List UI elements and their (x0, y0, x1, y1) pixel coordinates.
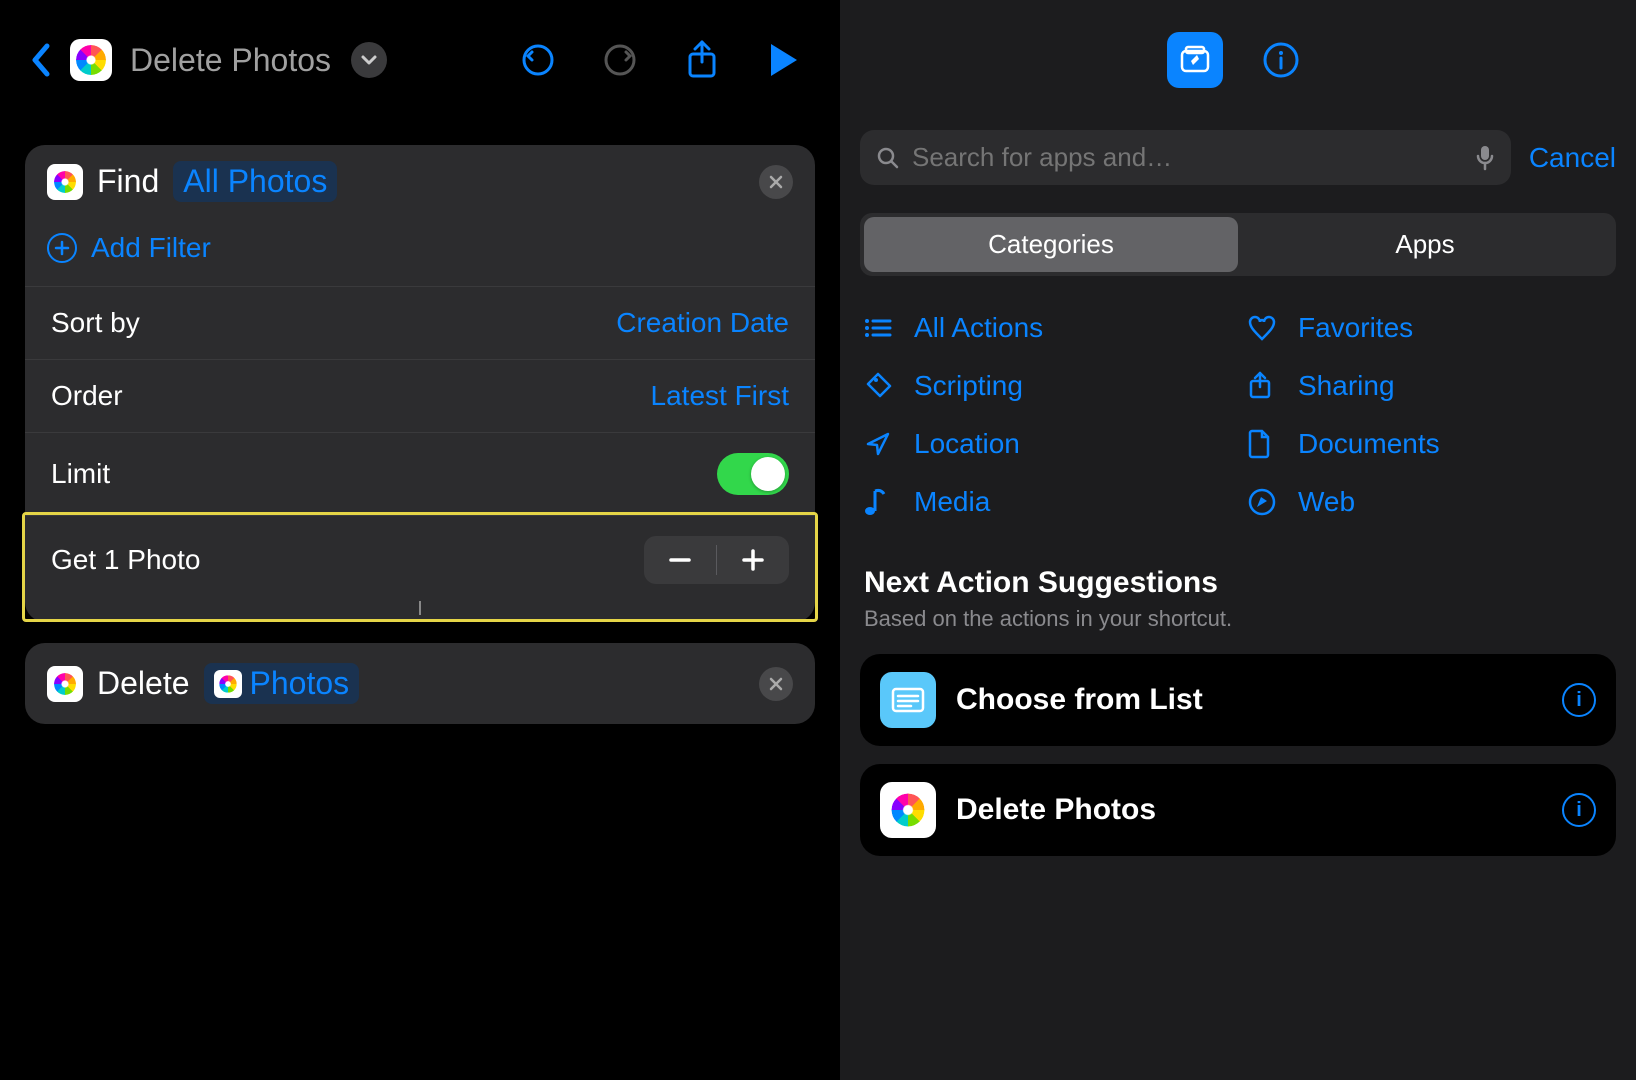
add-filter-label: Add Filter (91, 232, 211, 264)
info-icon[interactable]: i (1562, 683, 1596, 717)
cancel-button[interactable]: Cancel (1529, 142, 1616, 174)
category-location[interactable]: Location (864, 428, 1228, 460)
plus-circle-icon (47, 233, 77, 263)
action-card-delete-photos: Delete Photos (25, 643, 815, 724)
sort-by-label: Sort by (51, 307, 140, 339)
order-label: Order (51, 380, 123, 412)
editor-pane: Delete Photos Find All Photos (0, 0, 840, 1080)
action-card-find-photos: Find All Photos Add Filter Sort by Creat… (25, 145, 815, 622)
location-icon (864, 430, 896, 458)
mic-icon[interactable] (1475, 144, 1495, 172)
suggestion-label: Delete Photos (956, 793, 1542, 827)
limit-label: Limit (51, 458, 110, 490)
order-value[interactable]: Latest First (651, 380, 789, 412)
category-all-actions[interactable]: All Actions (864, 312, 1228, 344)
stepper-plus-button[interactable] (717, 536, 789, 584)
photos-app-icon (70, 39, 112, 81)
category-grid: All Actions Favorites Scripting Sharing … (840, 284, 1636, 546)
delete-label: Delete (97, 665, 190, 702)
back-button[interactable] (20, 40, 60, 80)
delete-target-label: Photos (250, 665, 350, 702)
right-tabs (840, 0, 1636, 120)
category-scripting[interactable]: Scripting (864, 370, 1228, 402)
list-icon (864, 317, 896, 339)
shortcut-title[interactable]: Delete Photos (130, 42, 331, 79)
sort-by-value[interactable]: Creation Date (616, 307, 789, 339)
doc-icon (1248, 429, 1280, 459)
title-chevron-icon[interactable] (351, 42, 387, 78)
add-filter-button[interactable]: Add Filter (25, 218, 815, 286)
photos-icon (214, 670, 242, 698)
photos-icon (47, 666, 83, 702)
sort-by-row[interactable]: Sort by Creation Date (25, 286, 815, 359)
stepper-minus-button[interactable] (644, 536, 716, 584)
photos-icon (47, 164, 83, 200)
order-row[interactable]: Order Latest First (25, 359, 815, 432)
photos-icon (880, 782, 936, 838)
suggestion-delete-photos[interactable]: Delete Photos i (860, 764, 1616, 856)
category-media[interactable]: Media (864, 486, 1228, 518)
close-icon[interactable] (759, 165, 793, 199)
search-icon (876, 146, 900, 170)
insertion-cursor-icon (25, 601, 815, 619)
share-button[interactable] (678, 36, 726, 84)
heart-icon (1248, 315, 1280, 341)
suggestions-subtitle: Based on the actions in your shortcut. (864, 606, 1612, 632)
category-sharing[interactable]: Sharing (1248, 370, 1612, 402)
search-box[interactable] (860, 130, 1511, 185)
library-pane: Cancel Categories Apps All Actions Favor… (840, 0, 1636, 1080)
music-icon (864, 487, 896, 517)
limit-toggle[interactable] (717, 453, 789, 495)
undo-button[interactable] (514, 36, 562, 84)
suggestion-label: Choose from List (956, 683, 1542, 717)
suggestion-choose-from-list[interactable]: Choose from List i (860, 654, 1616, 746)
run-button[interactable] (760, 36, 808, 84)
actions-list: Find All Photos Add Filter Sort by Creat… (0, 120, 840, 773)
find-label: Find (97, 163, 159, 200)
highlighted-row: Get 1 Photo (22, 512, 818, 622)
header: Delete Photos (0, 0, 840, 120)
get-count-row: Get 1 Photo (25, 515, 815, 604)
limit-row: Limit (25, 432, 815, 515)
search-input[interactable] (912, 142, 1463, 173)
delete-target-param[interactable]: Photos (204, 663, 360, 704)
segment-control: Categories Apps (860, 213, 1616, 276)
redo-button[interactable] (596, 36, 644, 84)
count-stepper (644, 536, 789, 584)
tab-info[interactable] (1253, 32, 1309, 88)
category-favorites[interactable]: Favorites (1248, 312, 1612, 344)
get-count-label: Get 1 Photo (51, 544, 200, 576)
tag-icon (864, 372, 896, 400)
tab-actions[interactable] (1167, 32, 1223, 88)
segment-apps[interactable]: Apps (1238, 217, 1612, 272)
list-card-icon (880, 672, 936, 728)
suggestions-header: Next Action Suggestions Based on the act… (840, 546, 1636, 636)
share-icon (1248, 371, 1280, 401)
segment-categories[interactable]: Categories (864, 217, 1238, 272)
compass-icon (1248, 488, 1280, 516)
close-icon[interactable] (759, 667, 793, 701)
category-documents[interactable]: Documents (1248, 428, 1612, 460)
info-icon[interactable]: i (1562, 793, 1596, 827)
category-web[interactable]: Web (1248, 486, 1612, 518)
suggestions-title: Next Action Suggestions (864, 566, 1612, 600)
find-target-param[interactable]: All Photos (173, 161, 337, 202)
search-row: Cancel (840, 120, 1636, 205)
